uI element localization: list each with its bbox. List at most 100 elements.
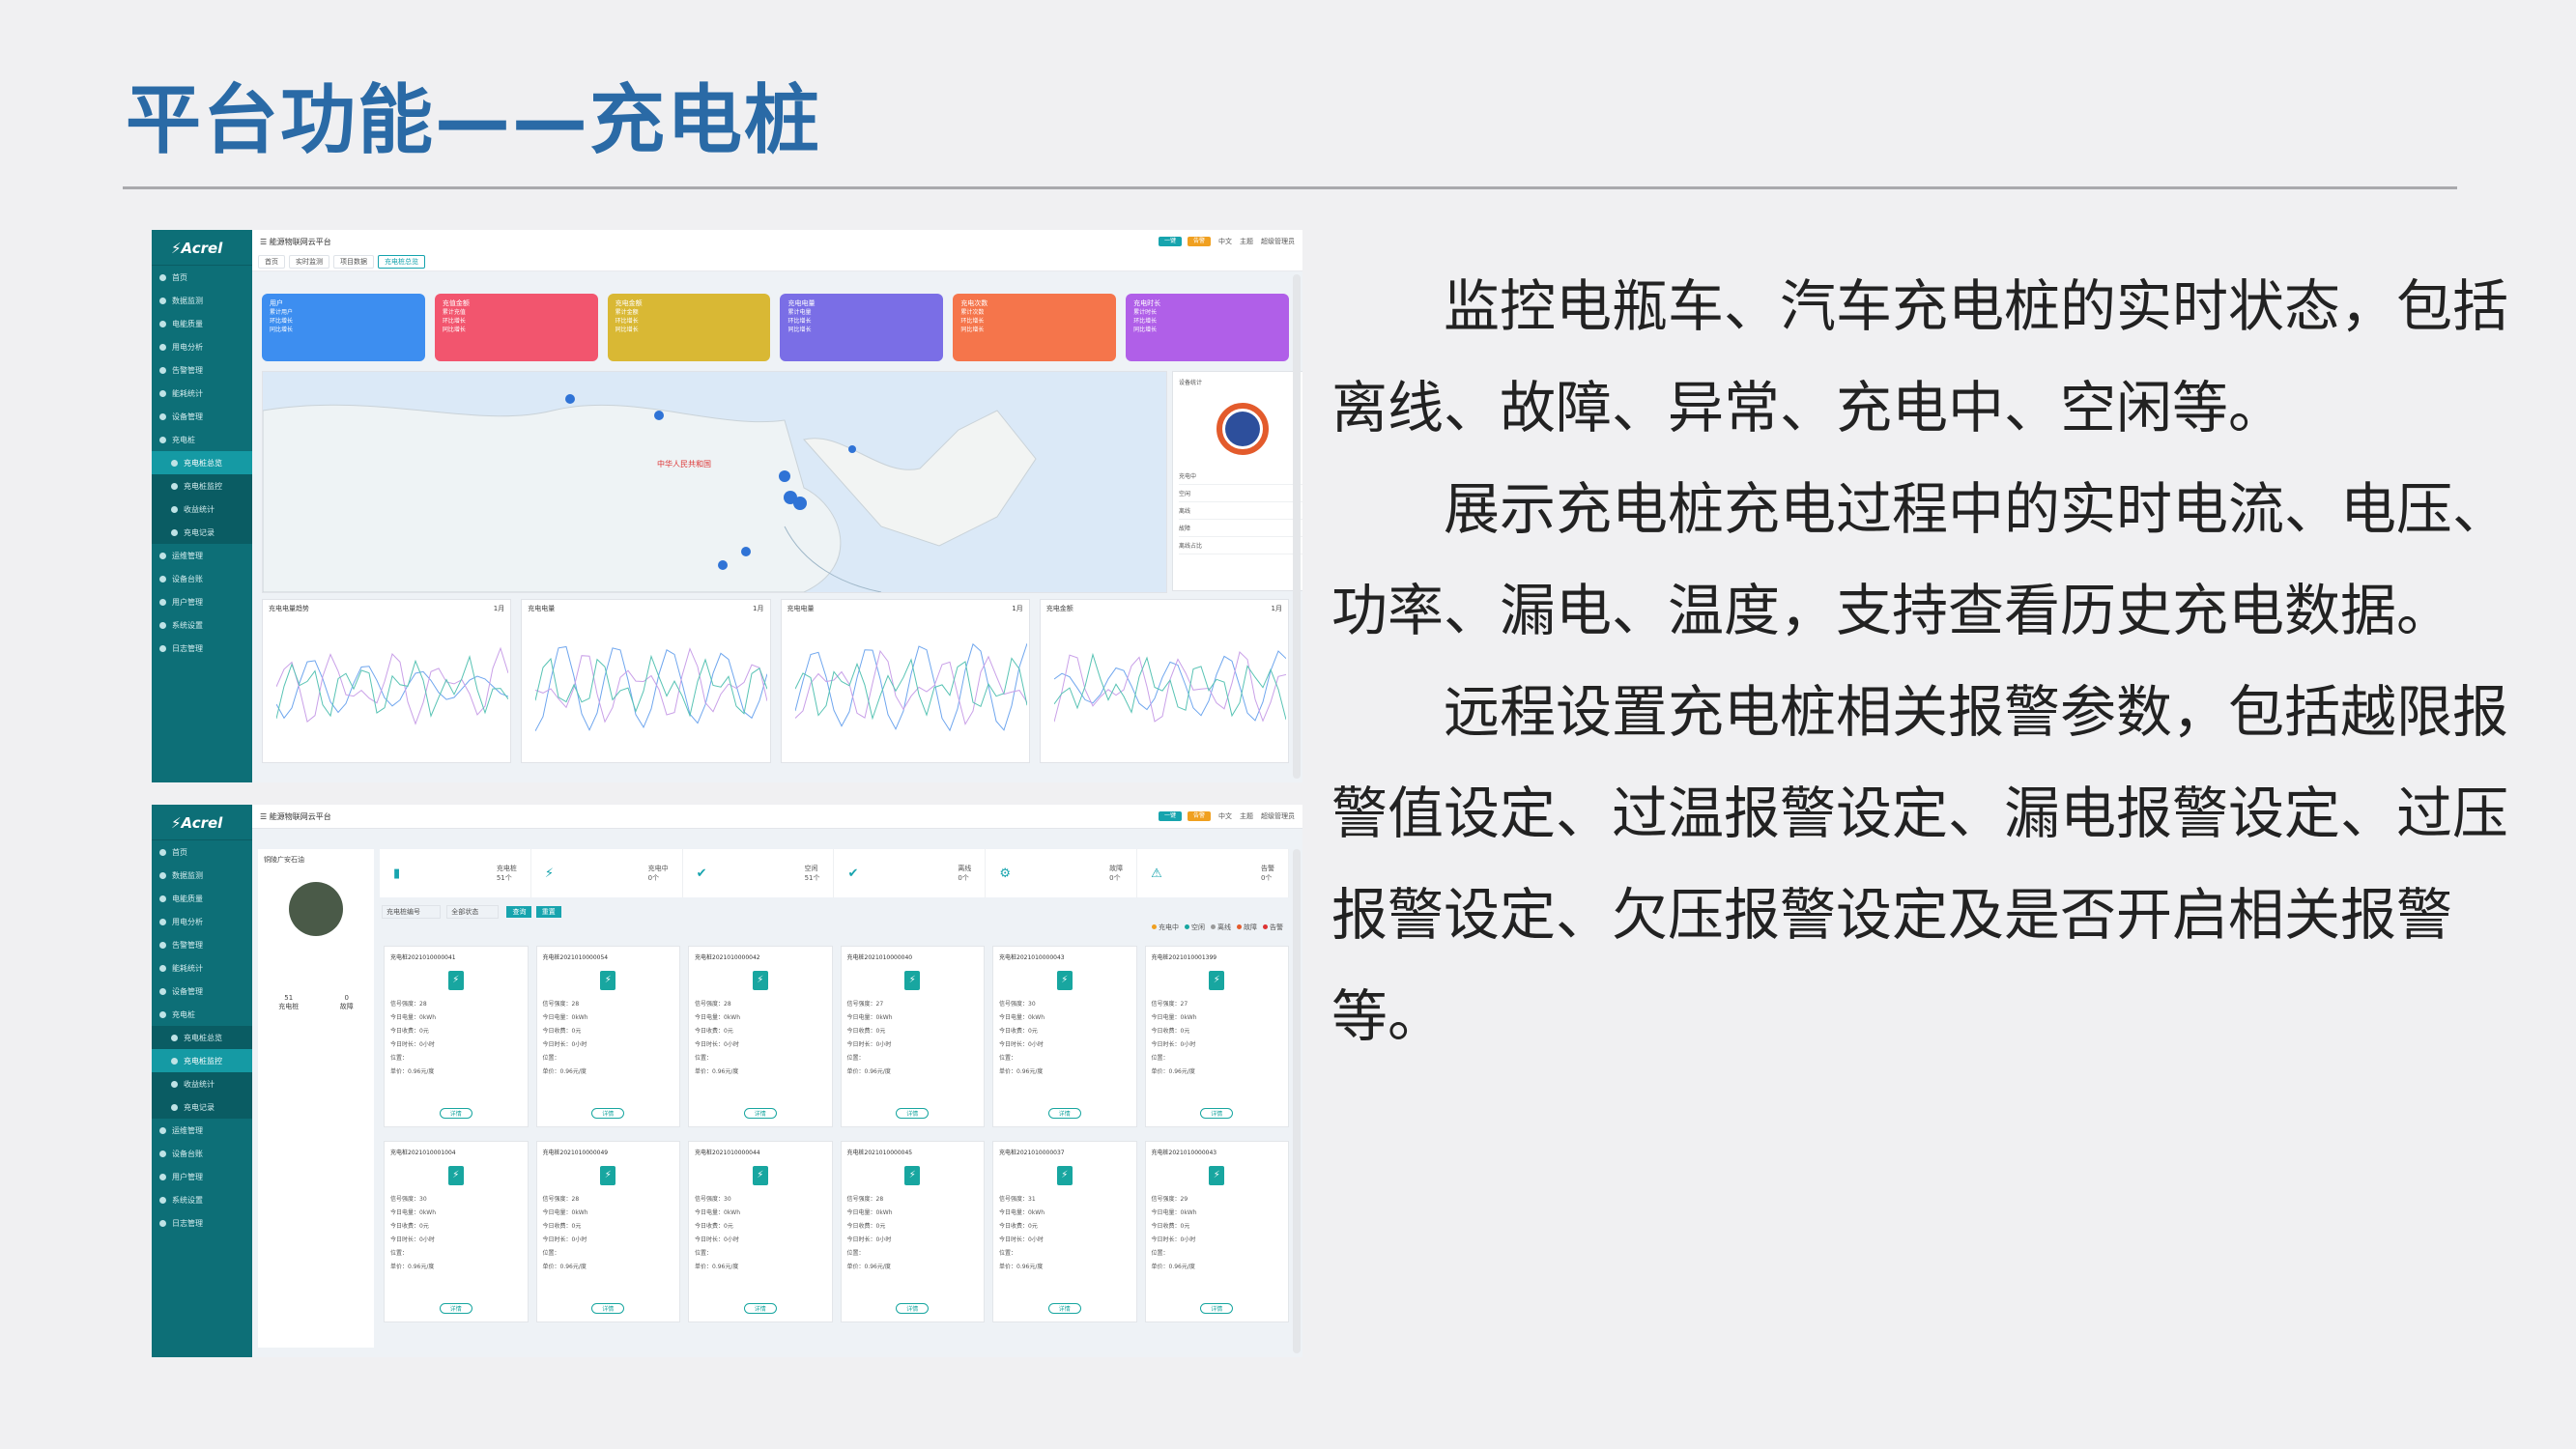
sidebar-item[interactable]: 电能质量 — [152, 887, 252, 910]
status-label: 故障 — [1109, 865, 1124, 872]
menu-item-icon — [159, 297, 166, 304]
detail-button[interactable]: 详情 — [439, 1108, 472, 1119]
summary-card[interactable]: 充电时长 累计时长 环比增长 同比增长 — [1126, 294, 1289, 361]
sidebar-item[interactable]: 充电桩总览 — [152, 1026, 252, 1049]
sidebar-item[interactable]: 能耗统计 — [152, 382, 252, 405]
detail-button[interactable]: 详情 — [1200, 1303, 1234, 1314]
paragraph-3: 远程设置充电桩相关报警参数，包括越限报警值设定、过温报警设定、漏电报警设定、过压… — [1331, 679, 2509, 1049]
station-map[interactable]: 中华人民共和国 — [262, 371, 1167, 593]
sidebar-item[interactable]: 设备管理 — [152, 405, 252, 428]
detail-button[interactable]: 详情 — [439, 1303, 472, 1314]
sidebar-item[interactable]: 设备管理 — [152, 980, 252, 1003]
alarm-button[interactable]: 告警 — [1187, 237, 1211, 246]
detail-button[interactable]: 详情 — [1200, 1108, 1234, 1119]
pile-card[interactable]: 充电桩2021010000042 ⚡ 信号强度：28 今日电量：0kWh 今日收费：0元… — [688, 946, 833, 1127]
theme-selector[interactable]: 主题 — [1240, 811, 1253, 821]
pile-card[interactable]: 充电桩2021010000045 ⚡ 信号强度：28 今日电量：0kWh 今日收费：0元… — [840, 1141, 985, 1322]
range-selector[interactable]: 1月 — [1272, 604, 1282, 613]
range-selector[interactable]: 1月 — [1012, 604, 1022, 613]
page-scrollbar[interactable] — [1293, 849, 1301, 1353]
pile-card[interactable]: 充电桩2021010000054 ⚡ 信号强度：28 今日电量：0kWh 今日收费：0元… — [535, 946, 680, 1127]
alarm-button[interactable]: 告警 — [1187, 811, 1211, 821]
tab-realtime[interactable]: 实时监测 — [289, 255, 329, 269]
sidebar-item[interactable]: 运维管理 — [152, 544, 252, 567]
sidebar-item[interactable]: 充电桩监控 — [152, 474, 252, 497]
language-selector[interactable]: 中文 — [1218, 811, 1232, 821]
sidebar-item[interactable]: 设备台账 — [152, 567, 252, 590]
pile-card[interactable]: 充电桩2021010000043 ⚡ 信号强度：30 今日电量：0kWh 今日收费：0元… — [992, 946, 1137, 1127]
sidebar-item[interactable]: 用户管理 — [152, 590, 252, 613]
sidebar-item[interactable]: 日志管理 — [152, 1211, 252, 1235]
language-selector[interactable]: 中文 — [1218, 237, 1232, 246]
sidebar-item[interactable]: 运维管理 — [152, 1119, 252, 1142]
sidebar-item[interactable]: 告警管理 — [152, 358, 252, 382]
sidebar-item[interactable]: 用户管理 — [152, 1165, 252, 1188]
pile-card[interactable]: 充电桩2021010001399 ⚡ 信号强度：27 今日电量：0kWh 今日收费：0元… — [1144, 946, 1289, 1127]
detail-button[interactable]: 详情 — [896, 1303, 930, 1314]
sidebar-item[interactable]: 首页 — [152, 266, 252, 289]
query-button[interactable]: 查询 — [506, 906, 532, 918]
range-selector[interactable]: 1月 — [753, 604, 763, 613]
user-menu[interactable]: 超级管理员 — [1261, 237, 1295, 246]
detail-button[interactable]: 详情 — [1047, 1303, 1081, 1314]
page-scrollbar[interactable] — [1293, 274, 1301, 779]
sidebar-item[interactable]: 数据监测 — [152, 864, 252, 887]
tab-home[interactable]: 首页 — [258, 255, 285, 269]
sidebar-item[interactable]: 充电桩监控 — [152, 1049, 252, 1072]
sidebar-item[interactable]: 系统设置 — [152, 613, 252, 637]
pile-card[interactable]: 充电桩2021010001004 ⚡ 信号强度：30 今日电量：0kWh 今日收费：0元… — [384, 1141, 529, 1322]
card-line: 环比增长 — [442, 318, 466, 325]
summary-card[interactable]: 充电电量 累计电量 环比增长 同比增长 — [780, 294, 944, 361]
sidebar-item[interactable]: 数据监测 — [152, 289, 252, 312]
pile-number-input[interactable]: 充电桩编号 — [382, 905, 441, 919]
range-selector[interactable]: 1月 — [494, 604, 504, 613]
sidebar-item[interactable]: 设备台账 — [152, 1142, 252, 1165]
pile-card[interactable]: 充电桩2021010000044 ⚡ 信号强度：30 今日电量：0kWh 今日收费：0元… — [688, 1141, 833, 1322]
summary-card[interactable]: 充值金额 累计充值 环比增长 同比增长 — [434, 294, 598, 361]
reset-button[interactable]: 重置 — [535, 906, 561, 918]
sidebar-item[interactable]: 充电记录 — [152, 521, 252, 544]
sidebar-item[interactable]: 充电桩 — [152, 428, 252, 451]
detail-button[interactable]: 详情 — [591, 1303, 625, 1314]
quick-button[interactable]: 一键 — [1158, 237, 1182, 246]
user-menu[interactable]: 超级管理员 — [1261, 811, 1295, 821]
sidebar-item[interactable]: 收益统计 — [152, 1072, 252, 1095]
summary-card[interactable]: 充电金额 累计金额 环比增长 同比增长 — [607, 294, 771, 361]
pile-card[interactable]: 充电桩2021010000037 ⚡ 信号强度：31 今日电量：0kWh 今日收费：0元… — [992, 1141, 1137, 1322]
theme-selector[interactable]: 主题 — [1240, 237, 1253, 246]
status-select[interactable]: 全部状态 — [446, 905, 500, 919]
sidebar-item[interactable]: 系统设置 — [152, 1188, 252, 1211]
sidebar-item-label: 充电桩总览 — [184, 458, 222, 468]
pile-field: 信号强度：28 — [542, 1001, 580, 1008]
sidebar-item[interactable]: 电能质量 — [152, 312, 252, 335]
pile-card[interactable]: 充电桩2021010000043 ⚡ 信号强度：29 今日电量：0kWh 今日收费：0元… — [1144, 1141, 1289, 1322]
tab-project[interactable]: 项目数据 — [333, 255, 374, 269]
summary-card[interactable]: 充电次数 累计次数 环比增长 同比增长 — [953, 294, 1117, 361]
tab-charging-overview[interactable]: 充电桩总览 — [378, 255, 425, 269]
sidebar-item-label: 运维管理 — [172, 551, 203, 560]
sidebar-item-label: 运维管理 — [172, 1125, 203, 1135]
pile-card[interactable]: 充电桩2021010000041 ⚡ 信号强度：28 今日电量：0kWh 今日收费：0元… — [384, 946, 529, 1127]
sidebar-item[interactable]: 充电记录 — [152, 1095, 252, 1119]
detail-button[interactable]: 详情 — [591, 1108, 625, 1119]
pile-card[interactable]: 充电桩2021010000049 ⚡ 信号强度：28 今日电量：0kWh 今日收费：0元… — [535, 1141, 680, 1322]
sidebar-item[interactable]: 用电分析 — [152, 335, 252, 358]
sidebar-item[interactable]: 能耗统计 — [152, 956, 252, 980]
menu-item-icon — [159, 366, 166, 374]
sidebar-item[interactable]: 告警管理 — [152, 933, 252, 956]
detail-button[interactable]: 详情 — [1047, 1108, 1081, 1119]
sidebar-item[interactable]: 用电分析 — [152, 910, 252, 933]
sidebar-item[interactable]: 收益统计 — [152, 497, 252, 521]
sidebar-item[interactable]: 充电桩总览 — [152, 451, 252, 474]
pile-card[interactable]: 充电桩2021010000040 ⚡ 信号强度：27 今日电量：0kWh 今日收费：0元… — [840, 946, 985, 1127]
sidebar-item[interactable]: 日志管理 — [152, 637, 252, 660]
quick-button[interactable]: 一键 — [1158, 811, 1182, 821]
sidebar-item[interactable]: 充电桩 — [152, 1003, 252, 1026]
summary-card[interactable]: 用户 累计用户 环比增长 同比增长 — [262, 294, 425, 361]
sidebar-item[interactable]: 首页 — [152, 840, 252, 864]
detail-button[interactable]: 详情 — [743, 1108, 777, 1119]
menu-toggle-icon[interactable]: ☰ — [260, 812, 267, 821]
detail-button[interactable]: 详情 — [743, 1303, 777, 1314]
menu-toggle-icon[interactable]: ☰ — [260, 238, 267, 246]
detail-button[interactable]: 详情 — [896, 1108, 930, 1119]
